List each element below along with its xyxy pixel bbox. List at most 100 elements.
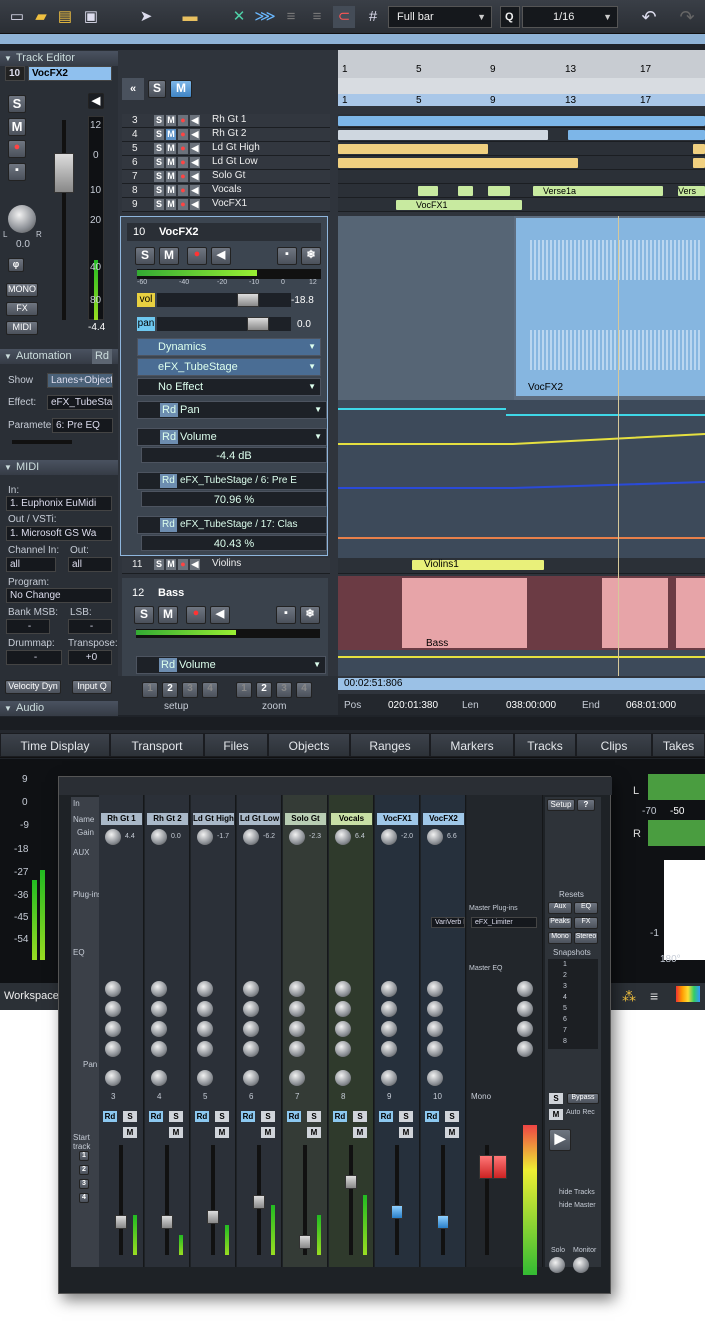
audio-clip[interactable]: [693, 158, 705, 168]
solo-button[interactable]: S: [154, 199, 164, 210]
lock-icon[interactable]: ▪: [277, 247, 297, 265]
analyzer-icon[interactable]: [676, 986, 700, 1002]
audio-clip[interactable]: Vers: [678, 186, 705, 196]
master-eq-knob[interactable]: [517, 1041, 533, 1057]
setup-slot[interactable]: 1: [142, 682, 158, 698]
audio-clip[interactable]: VocFX1: [396, 200, 522, 210]
master-mono-label[interactable]: Mono: [471, 1092, 491, 1101]
eq-knob[interactable]: [427, 1041, 443, 1057]
collapse-icon[interactable]: «: [122, 78, 144, 100]
snapshot-slot[interactable]: 3: [563, 983, 567, 990]
gain-knob[interactable]: [197, 829, 213, 845]
lane-value[interactable]: 40.43 %: [141, 535, 327, 551]
eq-knob[interactable]: [151, 1041, 167, 1057]
audio-clip[interactable]: [338, 116, 705, 126]
speaker-icon[interactable]: ◀: [190, 199, 200, 210]
audio-clip[interactable]: [602, 578, 668, 648]
record-button[interactable]: ●: [178, 199, 188, 210]
mute-button[interactable]: M: [123, 1127, 137, 1138]
solo-button[interactable]: S: [445, 1111, 459, 1122]
master-solo-button[interactable]: S: [549, 1093, 563, 1104]
read-button[interactable]: Rd: [333, 1111, 347, 1122]
master-eq-knob[interactable]: [517, 1001, 533, 1017]
tab-files[interactable]: Files: [204, 733, 268, 757]
tubestage-pre-curve[interactable]: [338, 481, 705, 489]
eq-knob[interactable]: [105, 1001, 121, 1017]
pan-knob[interactable]: [381, 1070, 397, 1086]
solo-button[interactable]: S: [154, 115, 164, 126]
eq-knob[interactable]: [289, 1001, 305, 1017]
solo-button[interactable]: S: [399, 1111, 413, 1122]
track-header[interactable]: 6 S M ● ◀ Ld Gt Low: [122, 156, 330, 170]
audio-clip[interactable]: [568, 130, 705, 140]
bypass-button[interactable]: Bypass: [567, 1093, 599, 1104]
lsb-field[interactable]: -: [68, 619, 112, 634]
read-toggle[interactable]: Rd: [160, 403, 179, 417]
eq-knob[interactable]: [243, 1021, 259, 1037]
track-header[interactable]: 3 S M ● ◀ Rh Gt 1: [122, 114, 330, 128]
snapshot-slot[interactable]: 4: [563, 994, 567, 1001]
mute-button[interactable]: M: [166, 199, 176, 210]
tab-takes[interactable]: Takes: [652, 733, 705, 757]
mixer-title-bar[interactable]: [59, 777, 612, 795]
pan-knob[interactable]: [8, 205, 36, 233]
track-header[interactable]: 11 S M ● ◀ Violins: [122, 558, 330, 574]
pan-slider-handle[interactable]: [247, 317, 269, 331]
solo-button[interactable]: S: [154, 185, 164, 196]
gain-knob[interactable]: [289, 829, 305, 845]
arrow-tool-icon[interactable]: ➤: [135, 6, 157, 28]
zoom-slot[interactable]: 3: [276, 682, 292, 698]
speaker-icon[interactable]: ◀: [190, 115, 200, 126]
fx-slot-3[interactable]: No Effect ▼: [137, 378, 321, 396]
automation-read-toggle[interactable]: Rd: [91, 349, 112, 364]
lock-icon[interactable]: ▪: [276, 606, 296, 624]
snapshot-slot[interactable]: 7: [563, 1027, 567, 1034]
tab-clips[interactable]: Clips: [576, 733, 652, 757]
stereo-button[interactable]: Stereo: [574, 932, 598, 944]
channel-name[interactable]: Ld Gt High: [193, 813, 234, 825]
record-button[interactable]: ●: [178, 143, 188, 154]
reset-eq-button[interactable]: EQ: [574, 902, 598, 914]
solo-level-knob[interactable]: [549, 1257, 565, 1273]
eq-knob[interactable]: [381, 981, 397, 997]
eq-knob[interactable]: [105, 981, 121, 997]
track-lane[interactable]: [338, 170, 705, 184]
bass-volume-lane[interactable]: [338, 650, 705, 676]
mute-button[interactable]: M: [307, 1127, 321, 1138]
solo-button[interactable]: S: [154, 129, 164, 140]
eq-knob[interactable]: [243, 1041, 259, 1057]
snapshot-slot[interactable]: 2: [563, 972, 567, 979]
midi-header[interactable]: MIDI: [0, 460, 118, 475]
audio-clip[interactable]: [338, 130, 548, 140]
audio-clip[interactable]: [402, 578, 527, 648]
save-icon[interactable]: ▣: [80, 6, 102, 28]
pan-slider[interactable]: [157, 317, 291, 331]
freeze-icon[interactable]: ❄: [301, 247, 321, 265]
channel-fader[interactable]: [115, 1215, 127, 1229]
zoom-slot[interactable]: 4: [296, 682, 312, 698]
record-button[interactable]: ●: [8, 140, 26, 158]
channel-name[interactable]: Solo Gt: [285, 813, 326, 825]
track-header[interactable]: 9 S M ● ◀ VocFX1: [122, 198, 330, 212]
track-editor-header[interactable]: Track Editor: [0, 51, 118, 66]
track-header[interactable]: 4 S M ● ◀ Rh Gt 2: [122, 128, 330, 142]
eq-knob[interactable]: [197, 1021, 213, 1037]
tab-ranges[interactable]: Ranges: [350, 733, 430, 757]
read-toggle[interactable]: Rd: [160, 430, 179, 444]
read-button[interactable]: Rd: [149, 1111, 163, 1122]
bar-ruler[interactable]: [338, 78, 705, 94]
mute-button[interactable]: M: [166, 115, 176, 126]
help-button[interactable]: ?: [577, 799, 595, 811]
eq-knob[interactable]: [289, 1041, 305, 1057]
channel-name[interactable]: VocFX1: [377, 813, 418, 825]
channel-name[interactable]: Rh Gt 1: [101, 813, 142, 825]
eq-knob[interactable]: [289, 981, 305, 997]
channel-fader[interactable]: [207, 1210, 219, 1224]
channel-name[interactable]: VocFX2: [423, 813, 464, 825]
track-lane[interactable]: [338, 128, 705, 142]
tab-tracks[interactable]: Tracks: [514, 733, 576, 757]
open-folder-icon[interactable]: ▰: [30, 6, 52, 28]
lock-icon[interactable]: ▪: [8, 163, 26, 181]
record-button[interactable]: ●: [178, 115, 188, 126]
channel-fader[interactable]: [437, 1215, 449, 1229]
